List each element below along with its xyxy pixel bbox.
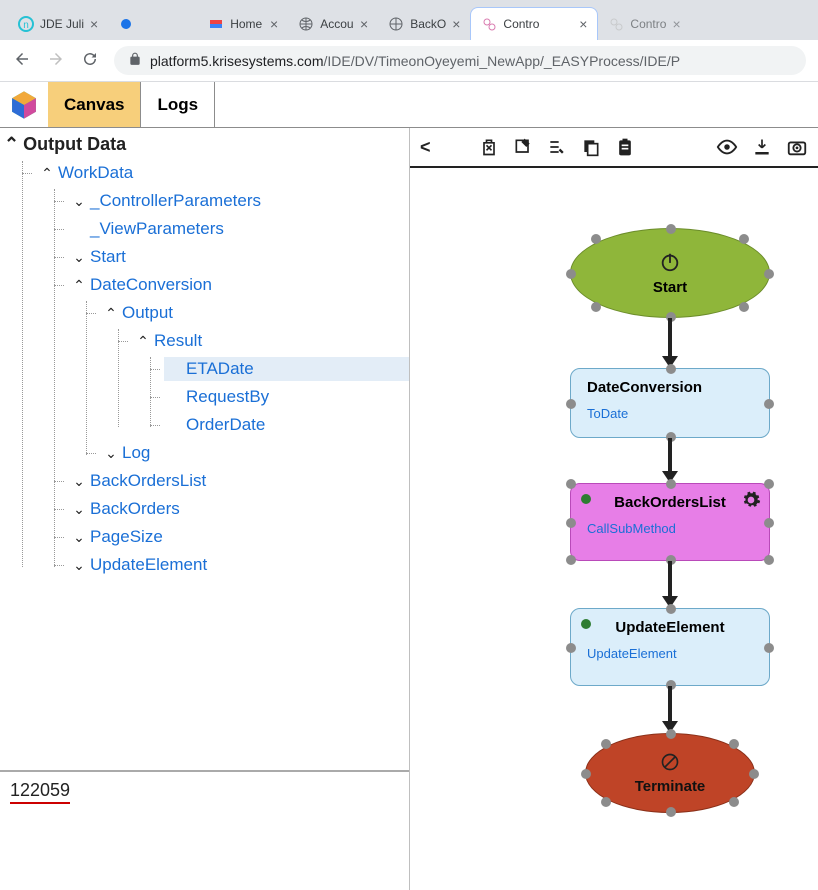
chevron-down-icon: ⌄ — [72, 473, 86, 490]
favicon — [208, 16, 224, 32]
flow-node-start[interactable]: Start — [570, 228, 770, 318]
chevron-up-icon: ⌃ — [4, 134, 19, 155]
chevron-down-icon: ⌄ — [72, 501, 86, 518]
node-start[interactable]: ⌄Start — [68, 245, 409, 269]
close-icon[interactable]: × — [452, 16, 460, 32]
node-etadate[interactable]: ETADate — [164, 357, 409, 381]
chevron-up-icon: ⌃ — [136, 333, 150, 350]
value-pane: 122059 — [0, 770, 409, 890]
browser-tab-strip: n JDE Juli × Home × Accou × BackO × Cont… — [0, 0, 818, 40]
globe-icon — [388, 16, 404, 32]
chevron-down-icon: ⌄ — [72, 193, 86, 210]
svg-text:n: n — [23, 20, 29, 31]
camera-icon[interactable] — [786, 136, 808, 158]
browser-tab[interactable]: Home × — [198, 8, 288, 40]
browser-tab[interactable]: Accou × — [288, 8, 378, 40]
favicon: n — [18, 16, 34, 32]
browser-tab[interactable]: n JDE Juli × — [8, 8, 108, 40]
close-icon[interactable]: × — [90, 16, 98, 32]
node-orderdate[interactable]: OrderDate — [164, 413, 409, 437]
address-bar: platform5.krisesystems.com/IDE/DV/Timeon… — [0, 40, 818, 82]
value-text: 122059 — [10, 780, 70, 804]
chevron-up-icon: ⌃ — [40, 165, 54, 182]
status-dot — [581, 494, 591, 504]
canvas-panel: < Start — [410, 128, 818, 890]
tree-panel: ⌃ Output Data ⌃WorkData ⌄_ControllerPara… — [0, 128, 410, 890]
list-edit-icon[interactable] — [547, 137, 567, 157]
close-icon[interactable]: × — [270, 16, 278, 32]
node-requestby[interactable]: RequestBy — [164, 385, 409, 409]
chevron-down-icon: ⌄ — [72, 249, 86, 266]
close-icon[interactable]: × — [579, 16, 587, 32]
flow-node-dateconversion[interactable]: DateConversion ToDate — [570, 368, 770, 438]
back-button[interactable] — [12, 50, 32, 71]
node-backorderslist[interactable]: ⌄BackOrdersList — [68, 469, 409, 493]
favicon — [118, 16, 134, 32]
power-icon — [659, 251, 681, 279]
node-updateelement[interactable]: ⌄UpdateElement — [68, 553, 409, 577]
collapse-left-icon[interactable]: < — [420, 137, 431, 158]
node-dateconversion[interactable]: ⌃DateConversion — [68, 273, 409, 297]
download-icon[interactable] — [752, 137, 772, 157]
copy-icon[interactable] — [581, 137, 601, 157]
stop-icon — [660, 752, 680, 778]
eye-icon[interactable] — [716, 136, 738, 158]
flow-node-backorderslist[interactable]: BackOrdersList CallSubMethod — [570, 483, 770, 561]
node-backorders[interactable]: ⌄BackOrders — [68, 497, 409, 521]
node-controller-params[interactable]: ⌄_ControllerParameters — [68, 189, 409, 213]
browser-tab[interactable] — [108, 8, 198, 40]
browser-tab[interactable]: BackO × — [378, 8, 470, 40]
lock-icon — [128, 52, 142, 69]
node-log[interactable]: ⌄Log — [100, 441, 409, 465]
status-dot — [581, 619, 591, 629]
chevron-down-icon: ⌄ — [72, 529, 86, 546]
edit-icon[interactable] — [513, 137, 533, 157]
forward-button[interactable] — [46, 50, 66, 71]
flow-canvas[interactable]: Start DateConversion ToDate — [410, 168, 818, 890]
node-view-params[interactable]: _ViewParameters — [68, 217, 409, 241]
close-icon[interactable]: × — [672, 16, 680, 32]
app-logo[interactable] — [0, 82, 48, 127]
paste-icon[interactable] — [615, 137, 635, 157]
gear-icon — [608, 16, 624, 32]
app-tab-canvas[interactable]: Canvas — [48, 82, 141, 127]
close-icon[interactable]: × — [360, 16, 368, 32]
canvas-toolbar: < — [410, 128, 818, 168]
node-workdata[interactable]: ⌃WorkData — [36, 161, 409, 185]
flow-node-terminate[interactable]: Terminate — [585, 733, 755, 813]
gear-icon[interactable] — [741, 490, 761, 515]
app-bar: Canvas Logs — [0, 82, 818, 128]
url-field[interactable]: platform5.krisesystems.com/IDE/DV/Timeon… — [114, 46, 806, 75]
chevron-down-icon: ⌄ — [104, 445, 118, 462]
delete-icon[interactable] — [479, 137, 499, 157]
node-result[interactable]: ⌃Result — [132, 329, 409, 353]
tree-root[interactable]: ⌃ Output Data — [4, 132, 409, 157]
gear-icon — [481, 16, 497, 32]
node-output[interactable]: ⌃Output — [100, 301, 409, 325]
node-pagesize[interactable]: ⌄PageSize — [68, 525, 409, 549]
flow-node-updateelement[interactable]: UpdateElement UpdateElement — [570, 608, 770, 686]
chevron-up-icon: ⌃ — [104, 305, 118, 322]
chevron-up-icon: ⌃ — [72, 277, 86, 294]
chevron-down-icon: ⌄ — [72, 557, 86, 574]
app-tab-logs[interactable]: Logs — [141, 82, 215, 127]
reload-button[interactable] — [80, 50, 100, 71]
globe-icon — [298, 16, 314, 32]
browser-tab-active[interactable]: Contro × — [470, 7, 598, 40]
url-text: platform5.krisesystems.com/IDE/DV/Timeon… — [150, 53, 680, 69]
browser-tab[interactable]: Contro × — [598, 8, 690, 40]
